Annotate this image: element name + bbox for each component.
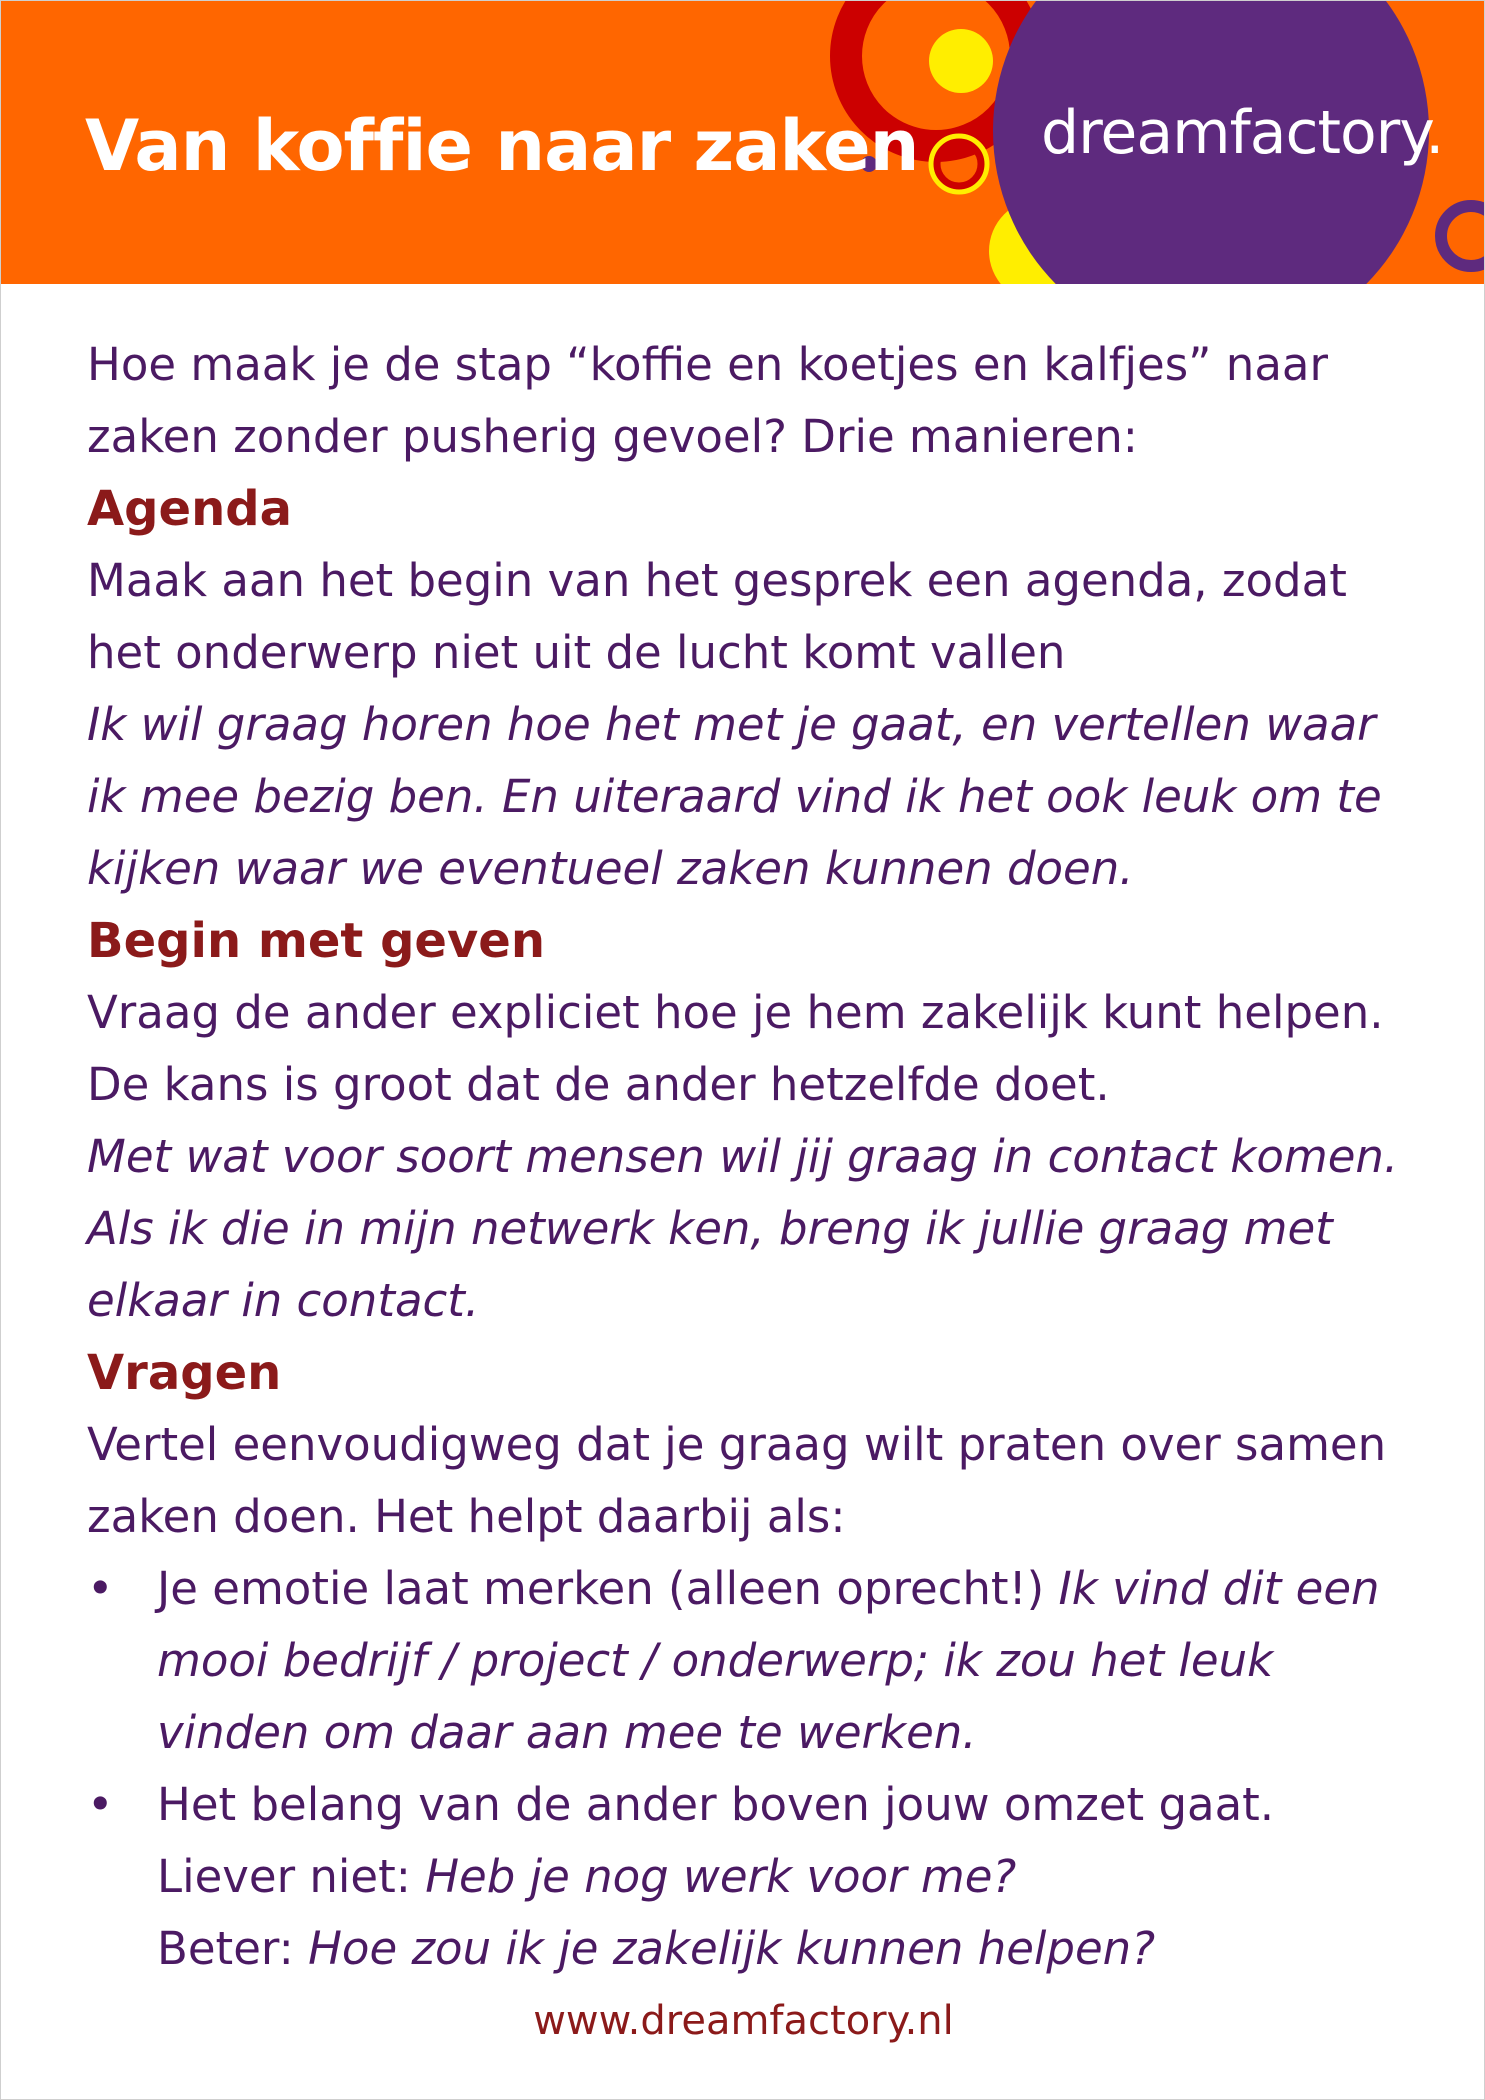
section-heading-begin-met-geven: Begin met geven (87, 913, 545, 969)
website-link[interactable]: www.dreamfactory.nl (1, 2001, 1484, 2041)
not-recommended-example: Heb je nog werk voor me? (425, 1850, 1017, 1903)
section-heading-vragen: Vragen (87, 1345, 282, 1401)
bullet-text: Het belang van de ander boven jouw omzet… (157, 1778, 1275, 1831)
bullet-icon: • (87, 1562, 114, 1615)
intro-text: Hoe maak je de stap “koffie en koetjes e… (87, 338, 1328, 463)
not-recommended-line: Liever niet: Heb je nog werk voor me? (157, 1841, 1427, 1913)
bullet-list: • Je emotie laat merken (alleen oprecht!… (87, 1553, 1427, 1985)
section-example-agenda: Ik wil graag horen hoe het met je gaat, … (87, 698, 1382, 895)
section-heading-agenda: Agenda (87, 481, 292, 537)
card: Van koffie naar zaken dreamfactory. Hoe … (0, 0, 1485, 2100)
not-recommended-label: Liever niet: (157, 1850, 411, 1903)
section-example-begin-met-geven: Met wat voor soort mensen wil jij graag … (87, 1130, 1399, 1327)
better-label: Beter: (157, 1922, 294, 1975)
better-example: Hoe zou ik je zakelijk kunnen helpen? (308, 1922, 1156, 1975)
section-body-begin-met-geven: Vraag de ander expliciet hoe je hem zake… (87, 986, 1384, 1111)
section-body-vragen: Vertel eenvoudigweg dat je graag wilt pr… (87, 1418, 1387, 1543)
yellow-dot-decoration (929, 29, 993, 93)
list-item: • Het belang van de ander boven jouw omz… (87, 1769, 1427, 1985)
bullet-icon: • (87, 1778, 114, 1831)
section-body-agenda: Maak aan het begin van het gesprek een a… (87, 554, 1347, 679)
bullet-text: Je emotie laat merken (alleen oprecht!) (157, 1562, 1045, 1615)
main-content: Hoe maak je de stap “koffie en koetjes e… (87, 329, 1427, 1985)
list-item: • Je emotie laat merken (alleen oprecht!… (87, 1553, 1427, 1769)
page-title: Van koffie naar zaken (85, 105, 919, 187)
header-banner: Van koffie naar zaken dreamfactory. (1, 1, 1484, 284)
better-line: Beter: Hoe zou ik je zakelijk kunnen hel… (157, 1913, 1427, 1985)
dreamfactory-logo: dreamfactory. (1041, 98, 1444, 168)
purple-ring-decoration (1435, 200, 1484, 272)
